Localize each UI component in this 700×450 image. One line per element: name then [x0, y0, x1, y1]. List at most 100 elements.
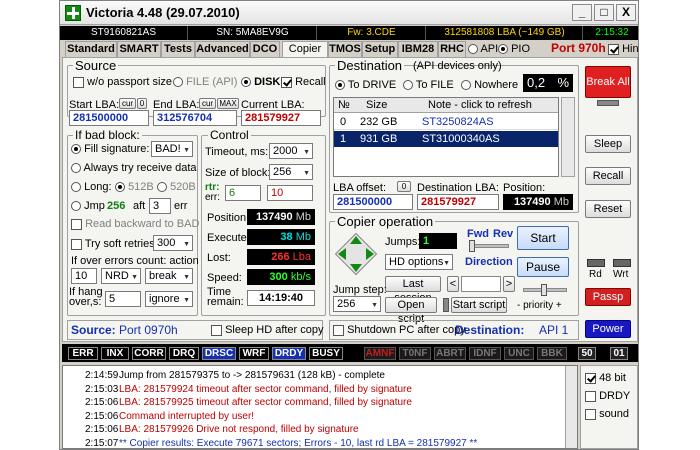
lba-offset-zero-button[interactable]: 0: [397, 181, 411, 192]
error-action-select[interactable]: break: [145, 268, 193, 285]
drdy-checkbox[interactable]: [585, 390, 596, 402]
mode-pio[interactable]: PIO: [498, 43, 530, 55]
tab-standard[interactable]: Standard: [65, 41, 117, 57]
col-number[interactable]: №: [338, 99, 350, 111]
nowhere-option[interactable]: Nowhere: [461, 79, 518, 91]
table-scrollbar[interactable]: [561, 97, 575, 177]
direction-slider-track[interactable]: [469, 244, 509, 248]
to-file-radio[interactable]: [403, 80, 413, 91]
error-count-input[interactable]: 10: [71, 268, 97, 284]
power-button[interactable]: Power: [585, 320, 631, 338]
read-backward-checkbox[interactable]: [71, 218, 82, 230]
sound-option[interactable]: sound: [585, 408, 629, 420]
last-session-button[interactable]: Last session: [385, 276, 441, 304]
table-row-selected[interactable]: 1 931 GB ST31000340AS: [334, 131, 558, 147]
tab-setup[interactable]: Setup: [362, 41, 398, 57]
tab-ibm28[interactable]: IBM28: [398, 41, 438, 57]
priority-slider-thumb[interactable]: [541, 284, 547, 296]
tab-smart[interactable]: SMART: [117, 41, 161, 57]
reset-button[interactable]: Reset: [585, 200, 631, 218]
long-radio[interactable]: [71, 182, 81, 193]
tab-copier[interactable]: Copier: [282, 41, 328, 58]
tab-tests[interactable]: Tests: [161, 41, 195, 57]
step-value-field[interactable]: [461, 276, 501, 292]
step-forward-button[interactable]: >: [503, 276, 515, 292]
disk-option[interactable]: DISK: [241, 76, 280, 88]
col-note[interactable]: Note - click to refresh: [428, 99, 532, 111]
to-drive-option[interactable]: To DRIVE: [335, 79, 396, 91]
file-api-radio[interactable]: [173, 77, 183, 88]
shutdown-checkbox[interactable]: [333, 324, 344, 336]
bit48-option[interactable]: 48 bit: [585, 372, 626, 384]
direction-slider-thumb[interactable]: [469, 240, 475, 252]
fill-signature-radio[interactable]: [71, 144, 81, 155]
disk-radio[interactable]: [241, 77, 251, 88]
shutdown-option[interactable]: Shutdown PC after copy: [333, 324, 466, 336]
start-button[interactable]: Start: [517, 226, 569, 250]
arrow-down-icon[interactable]: [350, 264, 362, 272]
opt-520-option[interactable]: 520B: [157, 181, 196, 193]
opt-520-radio[interactable]: [157, 182, 167, 193]
recall-checkbox[interactable]: [281, 76, 292, 88]
arrow-left-icon[interactable]: [338, 248, 346, 260]
passport-checkbox[interactable]: [73, 76, 84, 88]
break-all-button[interactable]: Break All: [585, 66, 631, 98]
nrd-select[interactable]: NRD: [101, 268, 141, 285]
step-back-button[interactable]: <: [447, 276, 459, 292]
sleep-hd-checkbox[interactable]: [211, 324, 222, 336]
hd-options-select[interactable]: HD options: [385, 254, 453, 271]
file-api-option[interactable]: FILE (API): [173, 76, 237, 88]
sleep-button[interactable]: Sleep: [585, 135, 631, 153]
open-script-button[interactable]: Open script: [385, 297, 437, 325]
always-try-radio[interactable]: [71, 163, 81, 174]
hints-checkbox[interactable]: [608, 43, 619, 55]
long-option[interactable]: Long:: [71, 181, 112, 193]
log-scrollbar[interactable]: [565, 366, 577, 448]
recall-button[interactable]: Recall: [585, 167, 631, 185]
close-button[interactable]: X: [616, 4, 636, 21]
try-soft-option[interactable]: Try soft retries: [71, 238, 155, 250]
maximize-button[interactable]: □: [594, 4, 614, 21]
tab-rhc[interactable]: RHC: [438, 41, 466, 57]
start-lba-zero-button[interactable]: 0: [137, 98, 147, 109]
minimize-button[interactable]: _: [572, 4, 592, 21]
to-drive-radio[interactable]: [335, 80, 345, 91]
pio-radio[interactable]: [498, 44, 508, 55]
jump-step-select[interactable]: 256: [333, 296, 381, 313]
jmp-option[interactable]: Jmp: [71, 200, 105, 212]
to-file-option[interactable]: To FILE: [403, 79, 454, 91]
read-backward-option[interactable]: Read backward to BAD: [71, 218, 199, 230]
start-script-button[interactable]: Start script: [451, 297, 507, 313]
bit48-checkbox[interactable]: [585, 372, 596, 384]
api-radio[interactable]: [468, 44, 478, 55]
end-lba-cur-button[interactable]: cur: [199, 98, 216, 109]
mode-api[interactable]: API: [468, 43, 498, 55]
end-lba-input[interactable]: 312576704: [153, 110, 237, 126]
nowhere-radio[interactable]: [461, 80, 471, 91]
arrow-up-icon[interactable]: [350, 236, 362, 244]
passport-option[interactable]: w/o passport size: [73, 76, 172, 88]
soft-retries-select[interactable]: 300: [153, 235, 193, 252]
fill-signature-option[interactable]: Fill signature:: [71, 143, 149, 155]
try-soft-checkbox[interactable]: [71, 238, 82, 250]
start-lba-cur-button[interactable]: cur: [119, 98, 136, 109]
drdy-option[interactable]: DRDY: [585, 390, 630, 402]
end-lba-max-button[interactable]: MAX: [217, 98, 239, 109]
sleep-hd-option[interactable]: Sleep HD after copy: [211, 324, 324, 336]
hang-action-select[interactable]: ignore: [145, 291, 193, 308]
tab-tmos[interactable]: TMOS: [328, 41, 362, 57]
tab-advanced[interactable]: Advanced: [195, 41, 250, 57]
timeout-select[interactable]: 2000: [269, 143, 313, 160]
hang-input[interactable]: 5: [105, 291, 141, 307]
col-size[interactable]: Size: [366, 99, 387, 111]
tab-dco[interactable]: DCO: [250, 41, 280, 57]
pause-button[interactable]: Pause: [517, 257, 569, 277]
recall-option[interactable]: Recall: [281, 76, 326, 88]
signature-select[interactable]: BAD!: [151, 141, 193, 158]
start-lba-input[interactable]: 281500000: [69, 110, 149, 126]
always-try-option[interactable]: Always try receive data: [71, 162, 197, 174]
direction-pad[interactable]: [333, 231, 379, 277]
jmp-radio[interactable]: [71, 201, 81, 212]
opt-512-option[interactable]: 512B: [115, 181, 154, 193]
lba-offset-input[interactable]: 281500000: [333, 194, 413, 210]
